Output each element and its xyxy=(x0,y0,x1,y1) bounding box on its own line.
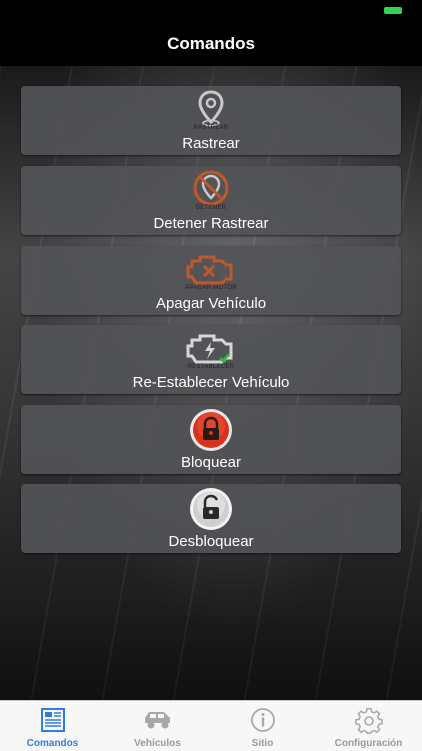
tab-bar: Comandos Vehículos Sitio Configuración xyxy=(0,700,422,751)
desbloquear-button[interactable]: Desbloquear xyxy=(21,484,401,553)
command-label: Apagar Vehículo xyxy=(155,295,267,312)
rastrear-button[interactable]: RASTREAR Rastrear xyxy=(21,86,401,155)
command-label: Detener Rastrear xyxy=(153,215,269,232)
command-label: Rastrear xyxy=(182,135,240,152)
battery-icon xyxy=(384,7,402,14)
car-icon xyxy=(144,712,170,729)
gear-icon xyxy=(354,707,383,734)
command-label: Desbloquear xyxy=(168,533,254,550)
navigation-bar: Comandos xyxy=(0,22,422,66)
icon-caption: RESTABLECER xyxy=(187,364,235,370)
bloquear-button[interactable]: Bloquear xyxy=(21,405,401,474)
tab-label: Comandos xyxy=(26,738,79,749)
tab-sitio[interactable]: Sitio xyxy=(210,701,315,751)
command-label: Re-Establecer Vehículo xyxy=(132,374,290,391)
icon-caption: RASTREAR xyxy=(193,125,229,131)
tab-label: Configuración xyxy=(334,738,403,749)
status-bar xyxy=(0,0,422,22)
tab-configuracion[interactable]: Configuración xyxy=(315,701,422,751)
icon-caption: APAGAR MOTOR xyxy=(184,285,238,291)
info-icon xyxy=(250,708,275,732)
tab-label: Vehículos xyxy=(134,738,181,749)
icon-caption: DETENER xyxy=(195,205,227,211)
detener-rastrear-button[interactable]: DETENER Detener Rastrear xyxy=(21,166,401,235)
lock-icon xyxy=(189,408,233,457)
unlock-icon xyxy=(189,487,233,536)
command-label: Bloquear xyxy=(180,454,242,471)
tab-vehiculos[interactable]: Vehículos xyxy=(105,701,210,751)
commands-list: RASTREAR Rastrear DETENER Detener Rastre… xyxy=(0,66,422,700)
tab-comandos[interactable]: Comandos xyxy=(0,701,105,751)
tab-label: Sitio xyxy=(251,738,274,749)
re-establecer-vehiculo-button[interactable]: RESTABLECER Re-Establecer Vehículo xyxy=(21,325,401,394)
page-title: Comandos xyxy=(167,34,255,53)
apagar-vehiculo-button[interactable]: APAGAR MOTOR Apagar Vehículo xyxy=(21,246,401,315)
document-icon xyxy=(40,708,65,732)
